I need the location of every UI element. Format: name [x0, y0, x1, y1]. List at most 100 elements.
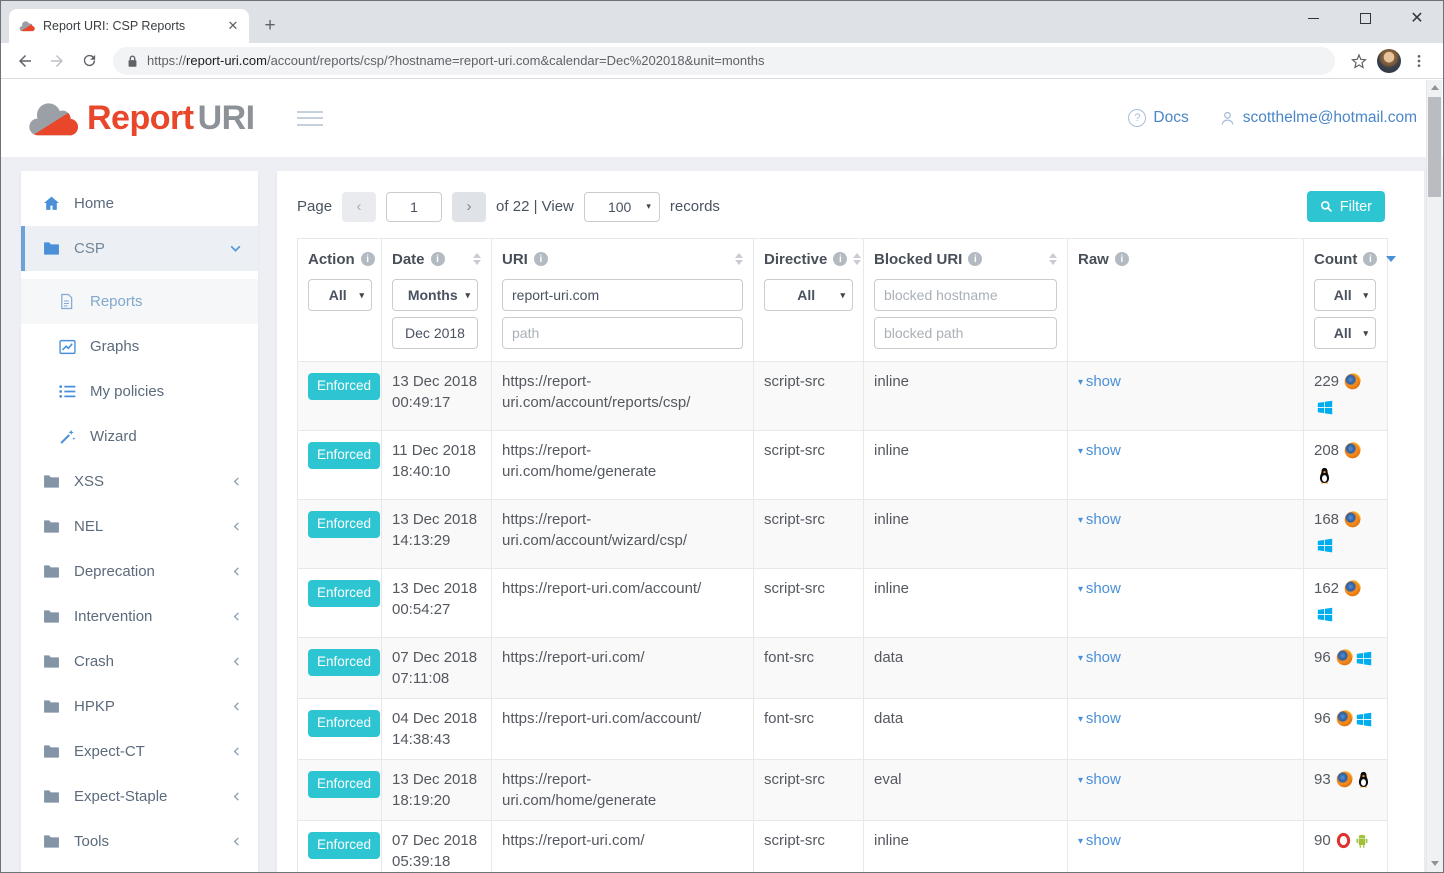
- window-minimize-button[interactable]: [1287, 1, 1339, 35]
- filter-date-input-2[interactable]: [392, 317, 478, 349]
- sidebar-item-reports[interactable]: Reports: [21, 279, 258, 324]
- sort-arrows-icon[interactable]: [473, 253, 481, 265]
- column-filters-blocked: [874, 279, 1057, 349]
- forward-button[interactable]: [43, 47, 71, 75]
- browser-menu-icon[interactable]: [1405, 47, 1433, 75]
- show-link[interactable]: show: [1086, 580, 1121, 597]
- show-link[interactable]: show: [1086, 649, 1121, 666]
- records-label: records: [670, 198, 720, 215]
- info-icon[interactable]: i: [833, 252, 847, 266]
- date-value: 11 Dec 2018: [392, 440, 481, 461]
- cell-count: 96: [1304, 699, 1388, 760]
- sidebar-item-expect-ct[interactable]: Expect-CT: [21, 729, 258, 774]
- info-icon[interactable]: i: [534, 252, 548, 266]
- sidebar-item-hpkp[interactable]: HPKP: [21, 684, 258, 729]
- filter-blocked-input-2[interactable]: [874, 317, 1057, 349]
- url-bar[interactable]: https://report-uri.com/account/reports/c…: [113, 47, 1335, 75]
- sidebar-item-label: Expect-Staple: [74, 788, 167, 805]
- sidebar-item-deprecation[interactable]: Deprecation: [21, 549, 258, 594]
- info-icon[interactable]: i: [1115, 252, 1129, 266]
- sidebar-item-label: Intervention: [74, 608, 152, 625]
- filter-uri-input-2[interactable]: [502, 317, 743, 349]
- show-link[interactable]: show: [1086, 771, 1121, 788]
- show-link[interactable]: show: [1086, 710, 1121, 727]
- show-link[interactable]: show: [1086, 511, 1121, 528]
- chevron-left-icon: [231, 520, 242, 533]
- next-page-button[interactable]: ›: [452, 192, 486, 222]
- count-value: 96: [1314, 649, 1331, 666]
- filter-count-select-2[interactable]: All▾: [1314, 317, 1376, 349]
- sidebar-item-crash[interactable]: Crash: [21, 639, 258, 684]
- hamburger-menu-icon[interactable]: [293, 107, 327, 130]
- info-icon[interactable]: i: [361, 252, 375, 266]
- firefox-icon: [1344, 373, 1361, 396]
- sidebar-item-my-policies[interactable]: My policies: [21, 369, 258, 414]
- new-tab-button[interactable]: +: [257, 13, 283, 39]
- window-close-button[interactable]: ✕: [1391, 1, 1443, 35]
- sidebar-nav: Home CSP ReportsGraphsMy policies Wizard XSS…: [21, 171, 258, 873]
- browser-profile-avatar[interactable]: [1377, 49, 1401, 73]
- filter-uri-input-1[interactable]: [502, 279, 743, 311]
- cell-raw: ▾ show: [1068, 362, 1304, 431]
- tab-close-icon[interactable]: ✕: [225, 18, 241, 34]
- prev-page-button[interactable]: ‹: [342, 192, 376, 222]
- home-icon: [43, 195, 61, 212]
- window-maximize-button[interactable]: [1339, 1, 1391, 35]
- sidebar-item-csp[interactable]: CSP: [21, 226, 258, 271]
- show-link[interactable]: show: [1086, 442, 1121, 459]
- page-number-input[interactable]: [386, 192, 442, 222]
- filter-directive-select[interactable]: All▾: [764, 279, 853, 311]
- scrollbar-thumb[interactable]: [1428, 97, 1441, 197]
- info-icon[interactable]: i: [1363, 252, 1377, 266]
- filter-action-select[interactable]: All▾: [308, 279, 372, 311]
- show-link[interactable]: show: [1086, 373, 1121, 390]
- sidebar-item-nel[interactable]: NEL: [21, 504, 258, 549]
- cell-raw: ▾ show: [1068, 760, 1304, 821]
- show-caret-icon: ▾: [1078, 377, 1086, 388]
- cell-date: 07 Dec 201807:11:08: [382, 638, 492, 699]
- page-scrollbar[interactable]: [1426, 80, 1442, 871]
- sort-up-icon: [473, 253, 481, 258]
- back-button[interactable]: [11, 47, 39, 75]
- reload-button[interactable]: [75, 47, 103, 75]
- sort-descending-icon[interactable]: [1386, 256, 1396, 262]
- filter-blocked-input-1[interactable]: [874, 279, 1057, 311]
- sidebar-item-xss[interactable]: XSS: [21, 459, 258, 504]
- sidebar-item-home[interactable]: Home: [21, 181, 258, 226]
- sidebar-item-wizard[interactable]: Wizard: [21, 414, 258, 459]
- browser-tabstrip: Report URI: CSP Reports ✕ + ✕: [1, 1, 1443, 43]
- report-uri-logo[interactable]: ReportURI: [27, 99, 255, 138]
- scrollbar-down-arrow-icon[interactable]: [1427, 856, 1442, 871]
- window-controls: ✕: [1287, 1, 1443, 35]
- show-link[interactable]: show: [1086, 832, 1121, 849]
- sidebar-item-label: Home: [74, 195, 114, 212]
- cell-raw: ▾ show: [1068, 431, 1304, 500]
- sidebar-item-intervention[interactable]: Intervention: [21, 594, 258, 639]
- sort-arrows-icon[interactable]: [735, 253, 743, 265]
- folder-gray-icon: [43, 519, 61, 534]
- browser-tab[interactable]: Report URI: CSP Reports ✕: [9, 9, 249, 43]
- sort-arrows-icon[interactable]: [853, 253, 861, 265]
- filter-button[interactable]: Filter: [1307, 191, 1385, 222]
- windows-icon: [1356, 711, 1372, 733]
- sort-arrows-icon[interactable]: [1049, 253, 1057, 265]
- docs-link[interactable]: ? Docs: [1128, 109, 1188, 127]
- count-value: 90: [1314, 832, 1331, 849]
- sidebar-item-expect-staple[interactable]: Expect-Staple: [21, 774, 258, 819]
- records-per-page-select[interactable]: 100 ▾: [584, 192, 660, 222]
- sidebar-item-setup[interactable]: Setup: [21, 864, 258, 873]
- info-icon[interactable]: i: [968, 252, 982, 266]
- cell-raw: ▾ show: [1068, 500, 1304, 569]
- filter-count-select-1[interactable]: All▾: [1314, 279, 1376, 311]
- sidebar-item-tools[interactable]: Tools: [21, 819, 258, 864]
- sidebar-item-graphs[interactable]: Graphs: [21, 324, 258, 369]
- scrollbar-up-arrow-icon[interactable]: [1427, 80, 1442, 95]
- bookmark-star-icon[interactable]: [1345, 47, 1373, 75]
- sidebar-item-label: Wizard: [90, 428, 137, 445]
- column-header-action: ActioniAll▾: [298, 239, 382, 362]
- account-link[interactable]: scotthelme@hotmail.com: [1219, 109, 1417, 127]
- time-value: 05:39:18: [392, 851, 481, 872]
- info-icon[interactable]: i: [431, 252, 445, 266]
- filter-date-select-1[interactable]: Months▾: [392, 279, 478, 311]
- column-label: URI: [502, 251, 528, 268]
